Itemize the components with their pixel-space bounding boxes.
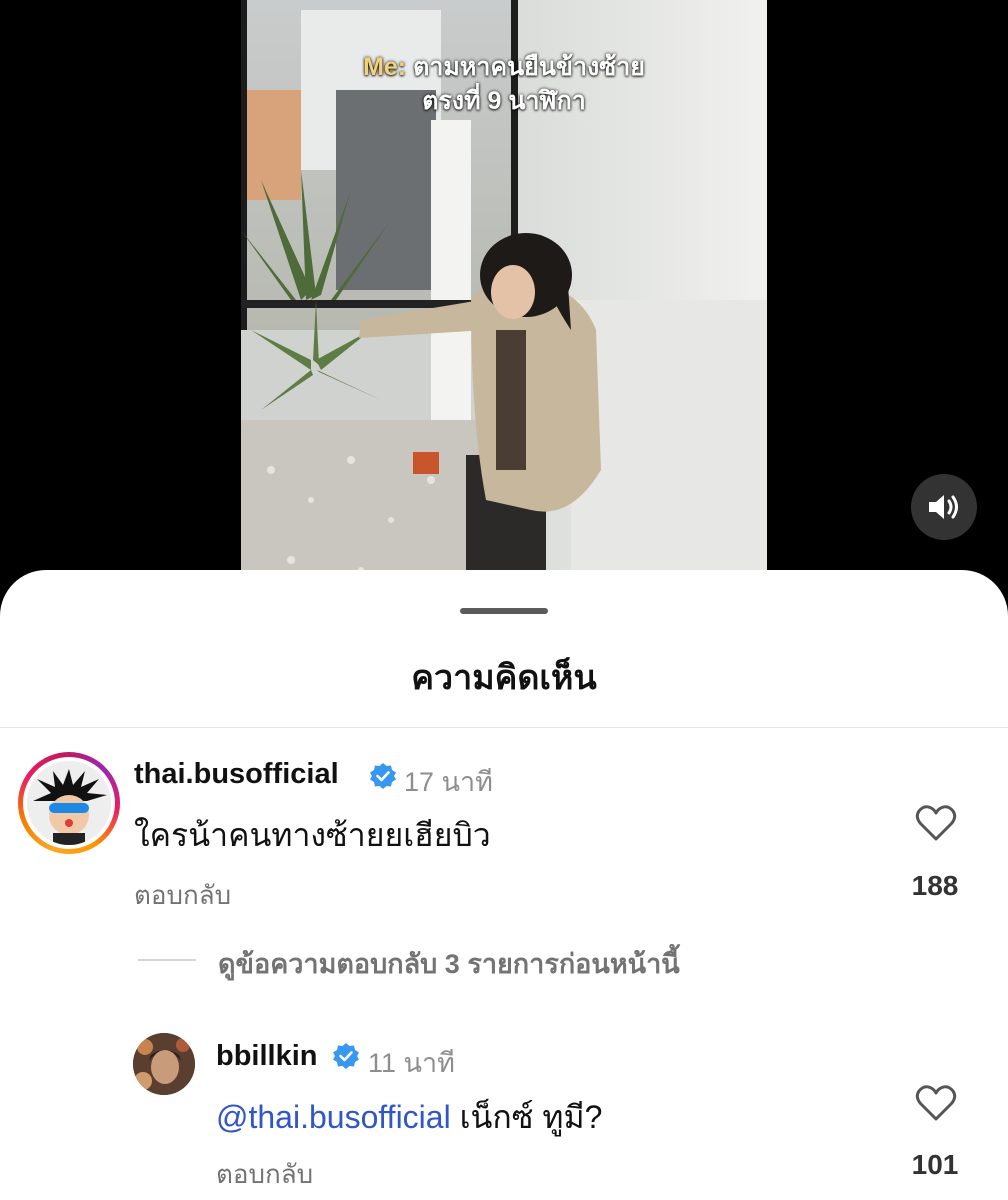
- sheet-drag-handle[interactable]: [460, 608, 548, 614]
- like-count: 101: [911, 1149, 959, 1180]
- video-caption: Me: ตามหาคนยืนข้างซ้าย ตรงที่ 9 นาฬิกา: [241, 50, 767, 118]
- replies-divider-line: [138, 959, 196, 961]
- comment-username[interactable]: thai.busofficial: [134, 758, 339, 791]
- comment-timestamp: 17 นาที: [404, 767, 493, 797]
- caption-prefix: Me:: [363, 53, 407, 81]
- comment-text: ใครน้าคนทางซ้ายยเฮียบิว: [134, 817, 491, 853]
- reply-timestamp: 11 นาที: [368, 1048, 455, 1078]
- reply-mention-link[interactable]: @thai.busofficial: [216, 1099, 451, 1135]
- view-previous-replies-link[interactable]: ดูข้อความตอบกลับ 3 รายการก่อนหน้านี้: [218, 942, 680, 985]
- like-count: 188: [911, 870, 959, 901]
- reply-body: เน็กซ์ ทูมี?: [459, 1099, 603, 1135]
- mute-toggle-button[interactable]: [911, 474, 977, 540]
- avatar-image: [133, 1033, 195, 1095]
- verified-badge-icon: [333, 1043, 359, 1069]
- verified-badge-icon: [370, 763, 396, 789]
- screen: Me: ตามหาคนยืนข้างซ้าย ตรงที่ 9 นาฬิกา ค…: [0, 0, 1008, 1200]
- reply-button[interactable]: ตอบกลับ: [134, 875, 231, 916]
- sheet-title: ความคิดเห็น: [411, 659, 597, 697]
- reply-username[interactable]: bbillkin: [216, 1040, 318, 1073]
- caption-line-1: ตามหาคนยืนข้างซ้าย: [413, 53, 645, 81]
- speaker-icon: [929, 495, 958, 519]
- video-player[interactable]: Me: ตามหาคนยืนข้างซ้าย ตรงที่ 9 นาฬิกา: [241, 0, 767, 600]
- like-heart-icon[interactable]: [915, 804, 957, 842]
- reply-button[interactable]: ตอบกลับ: [216, 1154, 313, 1195]
- like-heart-icon[interactable]: [915, 1084, 957, 1122]
- reply-text: @thai.busofficial เน็กซ์ ทูมี?: [216, 1092, 602, 1143]
- caption-line-2: ตรงที่ 9 นาฬิกา: [422, 87, 586, 115]
- reply-avatar[interactable]: [133, 1033, 195, 1095]
- avatar-image: [27, 761, 111, 845]
- sheet-divider: [0, 727, 1008, 728]
- comment-avatar[interactable]: [18, 752, 120, 854]
